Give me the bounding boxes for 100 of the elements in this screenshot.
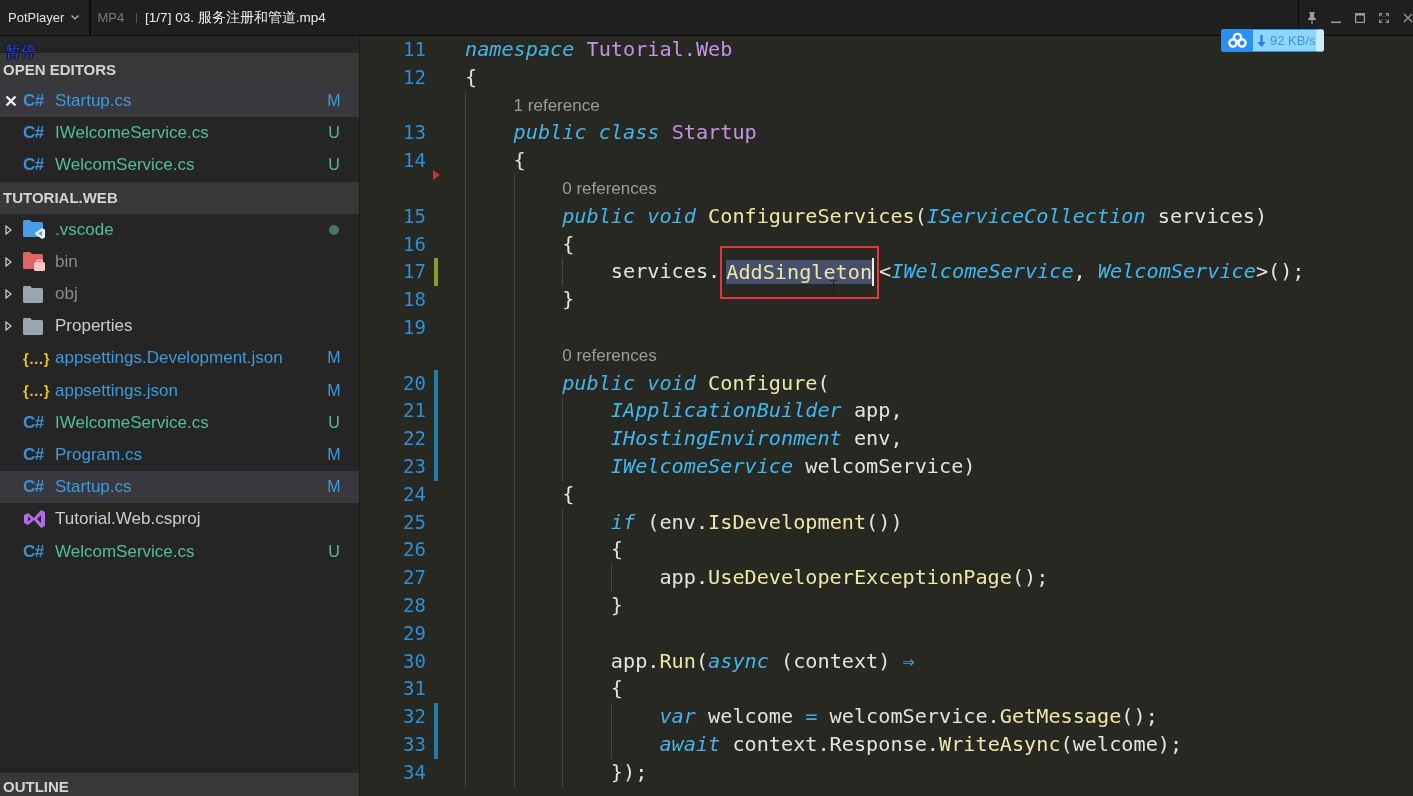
code-line: <IWelcomeService, WelcomService>(); (879, 258, 1305, 286)
rings-logo-icon (1222, 30, 1253, 51)
code-line: services. (610, 258, 721, 286)
line-number: 23 (403, 453, 426, 479)
git-status: U (327, 156, 341, 175)
file-item[interactable]: Properties (0, 310, 359, 343)
maximize-icon[interactable] (1355, 11, 1365, 24)
line-number: 18 (403, 287, 426, 313)
file-item[interactable]: C# WelcomService.cs U (0, 535, 359, 568)
line-number: 32 (403, 704, 426, 730)
chevron-right-icon[interactable] (5, 256, 12, 267)
csharp-file-icon: C# (23, 91, 44, 112)
code-line: IApplicationBuilder app, (610, 397, 903, 425)
csharp-file-icon: C# (23, 477, 44, 498)
file-item[interactable]: C# Startup.cs M (0, 471, 359, 504)
line-number: 19 (403, 314, 426, 340)
file-item[interactable]: {…} appsettings.Development.json M (0, 342, 359, 375)
csharp-file-icon: C# (23, 412, 44, 433)
section-header[interactable]: TUTORIAL.WEB (0, 181, 359, 214)
git-status: M (327, 445, 341, 464)
selected-text: AddSingleton (726, 260, 873, 285)
git-status: U (327, 413, 341, 432)
folder-icon (23, 220, 45, 240)
code-line: IWelcomeService welcomService) (610, 452, 976, 480)
line-number: 15 (403, 203, 426, 229)
code-line: { (513, 147, 526, 175)
code-line: app.UseDeveloperExceptionPage(); (659, 564, 1049, 592)
code-line: { (562, 230, 575, 258)
down-arrow-icon (1257, 34, 1266, 47)
fullscreen-icon[interactable] (1379, 11, 1389, 24)
code-line: public void Configure( (562, 369, 830, 397)
close-icon[interactable] (1403, 11, 1413, 24)
chevron-right-icon[interactable] (5, 289, 12, 300)
download-speed: 92 KB/s (1270, 33, 1316, 48)
text-caret-icon (872, 258, 875, 287)
code-line: } (562, 286, 575, 314)
line-number: 34 (403, 759, 426, 785)
folder-icon (23, 285, 43, 303)
file-item[interactable]: C# WelcomService.cs U (0, 149, 359, 182)
project-file-icon (23, 509, 45, 530)
codelens-link[interactable]: 0 references (562, 175, 657, 203)
line-number: 24 (403, 481, 426, 507)
folder-icon (23, 252, 45, 272)
folder-icon (23, 317, 43, 335)
git-status: M (327, 92, 341, 111)
section-header[interactable]: OUTLINE (0, 773, 359, 796)
line-number: 16 (403, 231, 426, 257)
line-number: 33 (403, 731, 426, 757)
file-item[interactable]: bin (0, 245, 359, 278)
line-number: 17 (403, 259, 426, 285)
line-number: 25 (403, 509, 426, 535)
file-item[interactable]: C# Startup.cs M (0, 85, 359, 118)
code-line: if (env.IsDevelopment()) (610, 508, 903, 536)
code-line: IHostingEnvironment env, (610, 425, 903, 453)
chevron-down-icon (71, 15, 80, 20)
line-number: 28 (403, 592, 426, 618)
chevron-right-icon[interactable] (5, 224, 12, 235)
json-file-icon: {…} (23, 382, 50, 400)
format-label: MP4 (97, 10, 125, 25)
file-item[interactable]: {…} appsettings.json M (0, 374, 359, 407)
git-status: U (327, 542, 341, 561)
line-number: 14 (403, 148, 426, 174)
file-item[interactable]: obj (0, 277, 359, 311)
csharp-file-icon: C# (23, 541, 44, 562)
code-line: app.Run(async (context) ⇒ (610, 647, 915, 675)
git-status: M (327, 478, 341, 497)
csharp-file-icon: C# (23, 444, 44, 465)
codelens-link[interactable]: 0 references (562, 341, 657, 370)
pin-icon[interactable] (1307, 11, 1317, 24)
line-number: 31 (403, 676, 426, 702)
line-number: 12 (403, 64, 426, 90)
file-item[interactable]: Tutorial.Web.csproj (0, 503, 359, 536)
codelens-link[interactable]: 1 reference (513, 91, 600, 120)
line-number: 30 (403, 648, 426, 674)
git-status: M (327, 349, 341, 368)
code-line: await context.Response.WriteAsync(welcome); (659, 730, 1183, 758)
line-number: 26 (403, 537, 426, 563)
line-number: 20 (403, 370, 426, 396)
file-item[interactable]: C# Program.cs M (0, 438, 359, 472)
line-number: 22 (403, 426, 426, 452)
file-item[interactable]: C# IWelcomeService.cs U (0, 406, 359, 439)
json-file-icon: {…} (23, 349, 50, 367)
video-title: [1/7] 03. 服务注册和管道.mp4 (145, 8, 326, 27)
git-status: M (327, 381, 341, 400)
chevron-right-icon[interactable] (5, 321, 12, 332)
csharp-file-icon: C# (23, 155, 44, 176)
csharp-file-icon: C# (23, 123, 44, 144)
code-line: public void ConfigureServices(IServiceCollection services) (562, 202, 1268, 230)
line-number: 29 (403, 620, 426, 646)
git-status: U (327, 124, 341, 143)
file-item[interactable]: .vscode (0, 213, 359, 246)
line-number: 27 (403, 565, 426, 591)
code-line: } (610, 591, 623, 619)
code-line: { (610, 536, 623, 564)
code-line: namespace Tutorial.Web (465, 36, 733, 63)
line-number: 11 (403, 37, 426, 62)
line-number: 13 (403, 120, 426, 146)
code-line: { (562, 480, 575, 508)
code-line: }); (610, 758, 648, 786)
file-item[interactable]: C# IWelcomeService.cs U (0, 117, 359, 150)
